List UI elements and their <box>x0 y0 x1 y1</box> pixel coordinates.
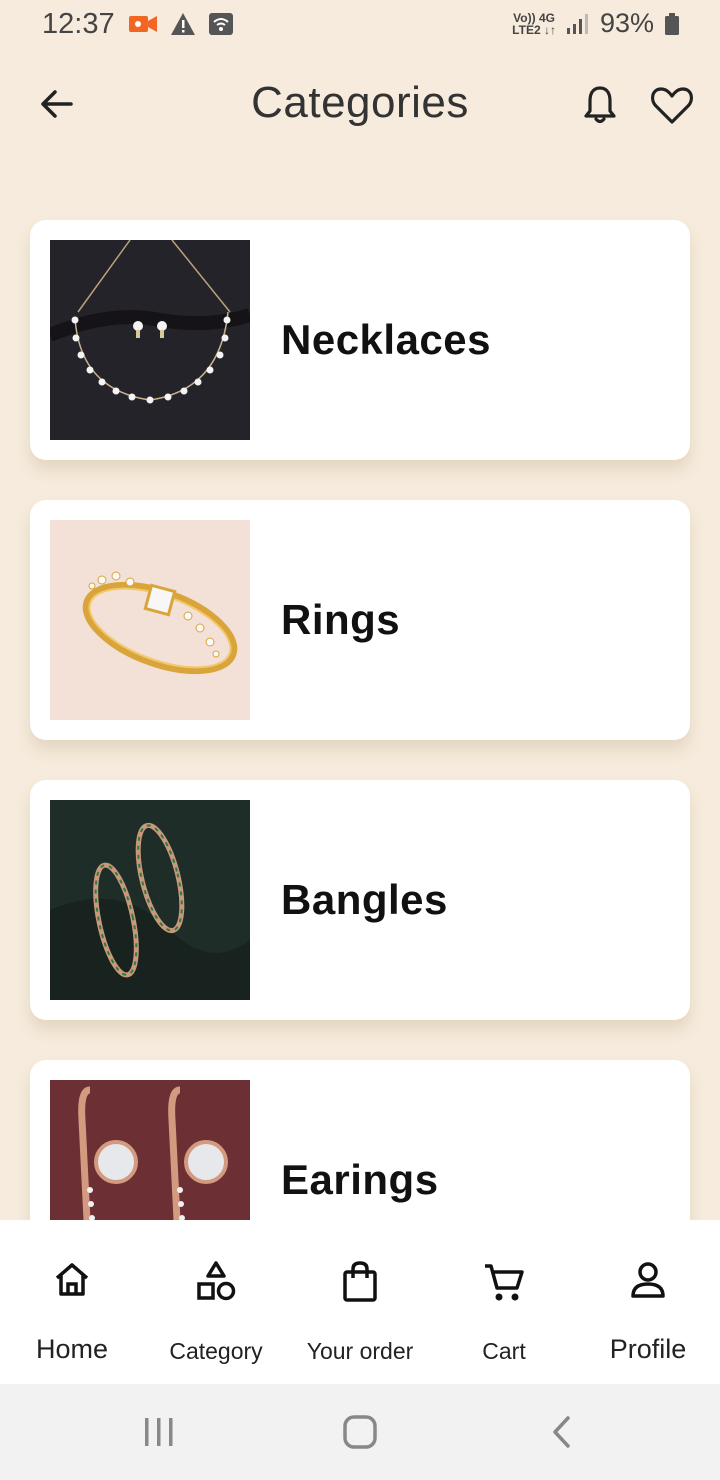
cart-icon <box>485 1264 524 1301</box>
bell-icon <box>584 86 616 124</box>
network-bottom-label: LTE2 ↓↑ <box>512 22 556 37</box>
nav-your-order[interactable]: Your order <box>288 1220 432 1384</box>
nav-label: Profile <box>609 1334 687 1364</box>
network-type: Vo)) 4G LTE2 ↓↑ <box>512 12 556 36</box>
necklace-image <box>50 240 250 440</box>
nav-label: Cart <box>482 1338 526 1364</box>
chevron-left-icon <box>553 1416 570 1448</box>
notifications-button[interactable] <box>578 82 622 128</box>
favorites-button[interactable] <box>648 82 696 128</box>
nav-category[interactable]: Category <box>144 1220 288 1384</box>
back-system-button[interactable] <box>532 1410 592 1454</box>
home-icon <box>55 1263 89 1296</box>
home-system-button[interactable] <box>330 1410 390 1454</box>
ring-image <box>50 520 250 720</box>
battery-icon <box>665 12 679 35</box>
status-time: 12:37 <box>42 8 115 40</box>
home-circle-icon <box>343 1415 377 1449</box>
warning-icon <box>171 13 195 35</box>
category-label: Necklaces <box>281 316 492 363</box>
heart-icon <box>650 87 694 124</box>
category-card-necklaces[interactable]: Necklaces <box>30 220 690 460</box>
screen-record-icon <box>129 16 157 32</box>
category-label: Rings <box>281 596 401 643</box>
status-notification-icons <box>128 12 234 36</box>
recent-apps-icon <box>145 1418 173 1446</box>
signal-icon <box>566 13 588 34</box>
bottom-navigation: Home Category Your order Cart Profile <box>0 1220 720 1384</box>
battery-percentage: 93% <box>599 8 654 38</box>
shopping-bag-icon <box>343 1261 377 1302</box>
category-label: Bangles <box>281 876 448 923</box>
status-bar: 12:37 Vo)) 4G LTE2 ↓↑ 93% <box>0 0 720 50</box>
nav-home[interactable]: Home <box>0 1220 144 1384</box>
category-card-bangles[interactable]: Bangles <box>30 780 690 1020</box>
app-header: Categories <box>0 60 720 150</box>
network-top-label: Vo)) 4G <box>513 10 555 25</box>
system-navigation-bar <box>0 1384 720 1480</box>
nav-cart[interactable]: Cart <box>432 1220 576 1384</box>
category-shapes-icon <box>197 1261 236 1301</box>
category-card-rings[interactable]: Rings <box>30 500 690 740</box>
nav-profile[interactable]: Profile <box>576 1220 720 1384</box>
nav-label: Home <box>35 1334 109 1364</box>
profile-icon <box>631 1262 665 1298</box>
nav-label: Category <box>169 1338 263 1364</box>
bangle-image <box>50 800 250 1000</box>
status-right: Vo)) 4G LTE2 ↓↑ 93% <box>512 8 680 39</box>
nav-label: Your order <box>306 1338 414 1364</box>
wifi-icon <box>209 13 233 35</box>
recent-apps-button[interactable] <box>129 1410 189 1454</box>
